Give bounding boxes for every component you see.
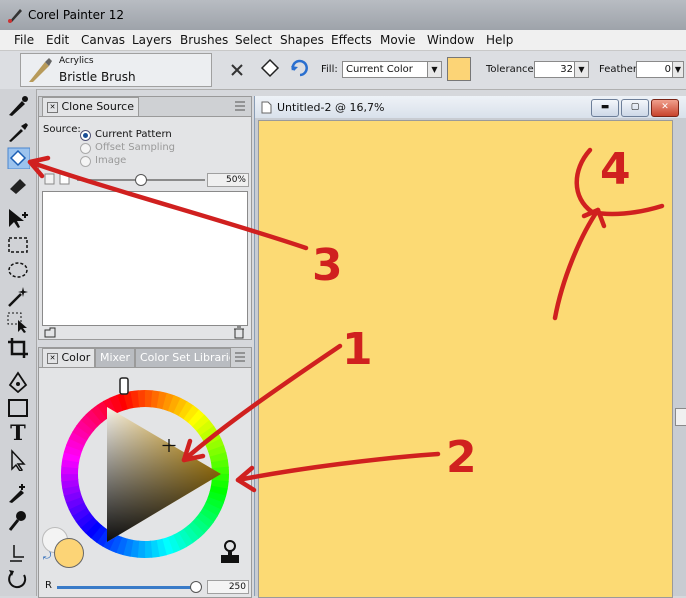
source-label: Source: [43, 124, 81, 135]
pen-tool-icon[interactable] [6, 371, 30, 393]
property-bar: Acrylics Bristle Brush Fill: Current Col… [0, 51, 686, 90]
window-title: Corel Painter 12 [28, 8, 125, 22]
cloner-tool-icon[interactable] [6, 482, 30, 504]
channel-label: R [45, 580, 52, 591]
menu-file[interactable]: File [14, 33, 34, 47]
canvas[interactable] [258, 120, 673, 598]
tab-color[interactable]: ✕ Color [42, 348, 96, 367]
menu-select[interactable]: Select [235, 33, 272, 47]
option-offset-sampling: Offset Sampling [95, 142, 176, 153]
trash-icon[interactable] [233, 326, 245, 339]
rotate-page-icon[interactable] [6, 567, 30, 589]
tolerance-label: Tolerance: [486, 64, 538, 75]
menu-movie[interactable]: Movie [380, 33, 416, 47]
hue-marker[interactable] [119, 377, 129, 395]
tolerance-input[interactable]: 32 [534, 61, 576, 78]
fill-dropdown-arrow[interactable]: ▼ [427, 61, 442, 78]
opacity-value[interactable]: 50% [207, 173, 249, 187]
rubber-stamp-icon[interactable] [6, 509, 30, 531]
opacity-icons [44, 173, 70, 185]
close-icon[interactable]: ✕ [47, 101, 58, 113]
color-panel: ✕ Color Mixer Color Set Libraries ⤾ R 25… [38, 347, 252, 598]
shape-selection-icon[interactable] [6, 449, 30, 471]
toolbox: T [0, 89, 37, 596]
option-current-pattern: Current Pattern [95, 129, 172, 140]
brush-selector[interactable]: Acrylics Bristle Brush [20, 53, 212, 87]
tolerance-arrow[interactable]: ▼ [574, 61, 589, 78]
radio-image[interactable] [80, 156, 91, 167]
text-tool-icon[interactable]: T [6, 422, 30, 444]
feather-arrow[interactable]: ▼ [672, 61, 684, 78]
clone-source-title: Clone Source [61, 100, 134, 113]
fill-label: Fill: [321, 64, 338, 75]
close-button[interactable]: ✕ [651, 99, 679, 117]
oval-selection-icon[interactable] [6, 259, 30, 281]
menu-bar: File Edit Canvas Layers Brushes Select S… [0, 30, 686, 51]
fill-dropdown[interactable]: Current Color [342, 61, 431, 78]
brush-icon [29, 58, 52, 82]
brush-category: Acrylics [59, 56, 94, 66]
document-title: Untitled-2 @ 16,7% [277, 101, 385, 114]
panel-menu-icon[interactable] [233, 100, 247, 112]
opacity-slider-handle[interactable] [135, 174, 147, 186]
current-color-swatch[interactable] [447, 57, 471, 81]
menu-canvas[interactable]: Canvas [81, 33, 125, 47]
red-slider-track[interactable] [57, 586, 197, 589]
close-icon[interactable]: ✕ [47, 352, 58, 364]
tab-color-label: Color [61, 351, 91, 364]
brush-variant: Bristle Brush [59, 70, 136, 84]
dodge-tool-icon[interactable] [6, 541, 30, 563]
menu-layers[interactable]: Layers [132, 33, 172, 47]
clone-source-list[interactable] [42, 191, 248, 326]
reset-icon[interactable] [288, 56, 312, 80]
eraser-tool-icon[interactable] [6, 173, 30, 195]
clone-color-stamp-icon[interactable] [217, 538, 243, 566]
paint-bucket-icon[interactable] [258, 56, 282, 80]
color-wheel[interactable] [49, 374, 241, 566]
feather-input[interactable]: 0 [636, 61, 674, 78]
menu-edit[interactable]: Edit [46, 33, 69, 47]
red-value[interactable]: 250 [207, 580, 249, 594]
primary-color[interactable] [54, 538, 84, 568]
option-image: Image [95, 155, 127, 166]
layer-adjuster-icon[interactable] [6, 207, 30, 229]
painter-logo-icon [8, 9, 22, 23]
selection-adjuster-icon[interactable] [6, 311, 30, 333]
stamp-tool-icon[interactable] [228, 61, 246, 79]
magic-wand-icon[interactable] [6, 285, 30, 307]
radio-current-pattern[interactable] [80, 130, 91, 141]
vertical-scroll-thumb[interactable] [675, 408, 686, 426]
document-window: Untitled-2 @ 16,7% ▬ ▢ ✕ [254, 96, 686, 598]
document-icon [261, 101, 272, 114]
tab-clone-source[interactable]: ✕ Clone Source [42, 97, 139, 116]
swap-colors-icon[interactable]: ⤾ [43, 551, 51, 562]
paint-bucket-tool-icon[interactable] [6, 147, 30, 169]
clone-image-icon[interactable] [43, 326, 57, 339]
document-title-bar: Untitled-2 @ 16,7% ▬ ▢ ✕ [255, 96, 686, 118]
tab-color-set-libraries[interactable]: Color Set Libraries [135, 348, 231, 367]
red-slider-handle[interactable] [190, 581, 202, 593]
minimize-button[interactable]: ▬ [591, 99, 619, 117]
rectangular-selection-icon[interactable] [6, 234, 30, 256]
menu-effects[interactable]: Effects [331, 33, 372, 47]
panel-menu-icon[interactable] [233, 351, 247, 363]
menu-shapes[interactable]: Shapes [280, 33, 324, 47]
feather-label: Feather: [599, 64, 641, 75]
radio-offset-sampling[interactable] [80, 143, 91, 154]
menu-brushes[interactable]: Brushes [180, 33, 228, 47]
maximize-button[interactable]: ▢ [621, 99, 649, 117]
tab-mixer[interactable]: Mixer [95, 348, 136, 367]
rectangle-shape-icon[interactable] [6, 397, 30, 419]
crop-tool-icon[interactable] [6, 337, 30, 359]
menu-help[interactable]: Help [486, 33, 513, 47]
canvas-area [255, 118, 686, 598]
title-bar: Corel Painter 12 [0, 0, 686, 30]
clone-source-panel: ✕ Clone Source Source: Current Pattern O… [38, 96, 252, 340]
menu-window[interactable]: Window [427, 33, 474, 47]
brush-tool-icon[interactable] [6, 95, 30, 117]
dropper-tool-icon[interactable] [6, 121, 30, 143]
